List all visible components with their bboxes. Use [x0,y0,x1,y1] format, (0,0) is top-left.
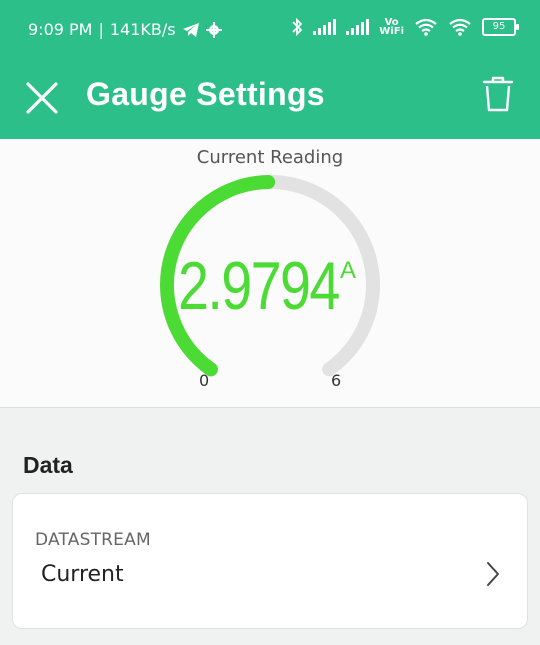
status-time: 9:09 PM [28,20,93,39]
battery-icon: 95 [482,18,519,36]
datastream-selector[interactable]: DATASTREAM Current [12,493,528,629]
gauge-min: 0 [199,371,210,390]
app-header: 9:09 PM | 141KB/s Vo WiFi 95 Gauge Setti… [0,0,540,139]
section-title-data: Data [23,452,73,478]
gauge-preview: Current Reading 2.9794 A 0 6 [0,139,540,408]
datastream-value: Current [41,562,124,587]
datastream-label: DATASTREAM [35,530,151,550]
close-icon[interactable] [22,78,62,118]
bluetooth-icon [292,18,303,36]
gear-icon [205,21,222,38]
status-right: Vo WiFi 95 [291,17,519,37]
wifi-icon-2 [449,18,471,36]
status-speed: 141KB/s [109,20,176,39]
trash-icon[interactable] [478,74,518,114]
wifi-icon [415,18,437,36]
status-separator: | [98,20,104,39]
gauge-max: 6 [331,371,342,390]
status-left: 9:09 PM | 141KB/s [28,20,222,39]
vowifi-icon: Vo WiFi [379,17,404,37]
toolbar: Gauge Settings [0,62,540,139]
signal-icon-2 [346,19,370,35]
page-title: Gauge Settings [86,76,325,112]
gauge-unit: A [340,257,357,284]
status-bar: 9:09 PM | 141KB/s Vo WiFi 95 [0,0,540,62]
chevron-right-icon [487,562,499,586]
signal-icon-1 [313,19,337,35]
telegram-icon [182,22,199,37]
gauge-value: 2.9794 [178,248,340,324]
